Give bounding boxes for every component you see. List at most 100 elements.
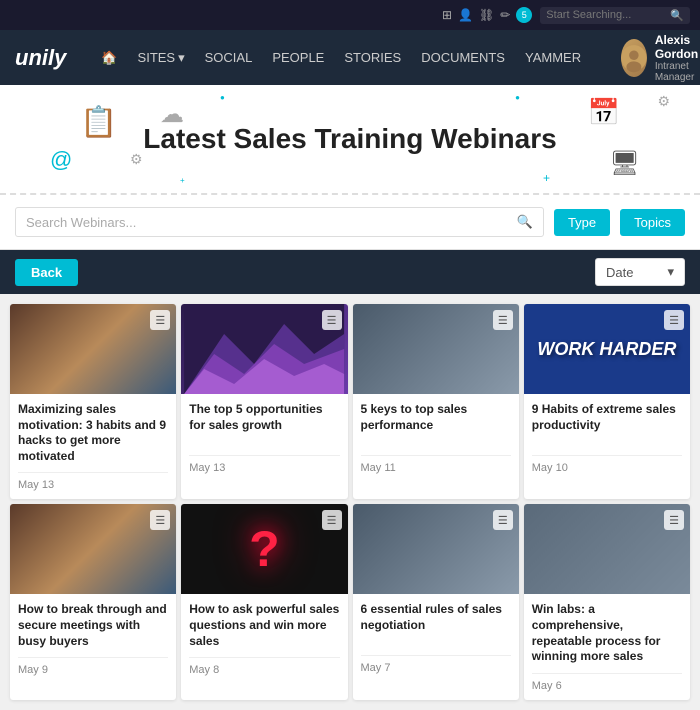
topics-button[interactable]: Topics xyxy=(620,209,685,236)
card-body: 9 Habits of extreme sales productivity M… xyxy=(524,394,690,482)
deco-plus: + xyxy=(543,171,550,185)
card-date: May 13 xyxy=(189,455,339,474)
thumb-text: WORK HARDER xyxy=(537,339,676,360)
home-icon: 🏠 xyxy=(101,50,117,66)
question-mark: ? xyxy=(249,520,280,578)
nav-people[interactable]: PEOPLE xyxy=(272,50,324,65)
deco-dot1: ● xyxy=(220,93,225,102)
card-body: 5 keys to top sales performance May 11 xyxy=(353,394,519,482)
cards-grid: ☰ Maximizing sales motivation: 3 habits … xyxy=(0,294,700,710)
card-overlay-icon: ☰ xyxy=(150,310,170,330)
card-date: May 8 xyxy=(189,657,339,676)
card-body: The top 5 opportunities for sales growth… xyxy=(181,394,347,482)
nav-documents[interactable]: DOCUMENTS xyxy=(421,50,505,65)
card-overlay-icon: ☰ xyxy=(493,310,513,330)
deco-dot3: + xyxy=(180,176,185,185)
avatar xyxy=(621,39,647,77)
deco-dot2: ● xyxy=(515,93,520,102)
card-title: 9 Habits of extreme sales productivity xyxy=(532,402,682,447)
nav-sites[interactable]: SITES ▾ xyxy=(138,50,185,66)
type-button[interactable]: Type xyxy=(554,209,610,236)
top-bar-icons: ⊞ 👤 ⛓ ✏ 5 xyxy=(442,7,532,23)
card-item[interactable]: ☰ 6 essential rules of sales negotiation… xyxy=(353,504,519,699)
card-overlay-icon: ☰ xyxy=(322,510,342,530)
card-item[interactable]: ☰ 5 keys to top sales performance May 11 xyxy=(353,304,519,499)
notification-badge[interactable]: 5 xyxy=(516,7,532,23)
logo: unily xyxy=(15,45,66,71)
card-title: How to ask powerful sales questions and … xyxy=(189,602,339,649)
card-date: May 9 xyxy=(18,657,168,676)
date-filter-chevron: ▾ xyxy=(667,264,674,280)
date-filter-label: Date xyxy=(606,265,633,280)
webinar-search-input[interactable] xyxy=(26,215,511,230)
card-thumbnail: ? ☰ xyxy=(181,504,347,594)
sites-label: SITES xyxy=(138,50,176,65)
card-item[interactable]: ☰ Win labs: a comprehensive, repeatable … xyxy=(524,504,690,699)
card-body: How to break through and secure meetings… xyxy=(10,594,176,684)
nav-stories[interactable]: STORIES xyxy=(344,50,401,65)
search-icon: 🔍 xyxy=(517,214,533,230)
card-title: 5 keys to top sales performance xyxy=(361,402,511,447)
card-title: Win labs: a comprehensive, repeatable pr… xyxy=(532,602,682,664)
top-search-icon: 🔍 xyxy=(670,9,684,22)
nav-social[interactable]: SOCIAL xyxy=(205,50,253,65)
card-thumbnail: WORK HARDER ☰ xyxy=(524,304,690,394)
hero-title: Latest Sales Training Webinars xyxy=(143,122,556,156)
card-title: 6 essential rules of sales negotiation xyxy=(361,602,511,647)
edit-icon[interactable]: ✏ xyxy=(500,8,510,22)
deco-gear-right: ⚙ xyxy=(657,93,670,110)
top-search-input[interactable] xyxy=(546,9,666,21)
card-item[interactable]: WORK HARDER ☰ 9 Habits of extreme sales … xyxy=(524,304,690,499)
date-filter[interactable]: Date ▾ xyxy=(595,258,685,286)
card-date: May 7 xyxy=(361,655,511,674)
deco-monitor: 🖥 xyxy=(610,149,640,178)
nav-yammer[interactable]: YAMMER xyxy=(525,50,581,65)
card-date: May 11 xyxy=(361,455,511,474)
card-date: May 10 xyxy=(532,455,682,474)
back-button[interactable]: Back xyxy=(15,259,78,286)
webinar-search-box[interactable]: 🔍 xyxy=(15,207,544,237)
card-overlay-icon: ☰ xyxy=(664,310,684,330)
user-name: Alexis Gordon xyxy=(655,33,700,61)
card-thumbnail: ☰ xyxy=(524,504,690,594)
card-date: May 13 xyxy=(18,472,168,491)
card-item[interactable]: ? ☰ How to ask powerful sales questions … xyxy=(181,504,347,699)
user-menu[interactable]: Alexis Gordon Intranet Manager ▾ xyxy=(621,33,700,83)
card-body: Win labs: a comprehensive, repeatable pr… xyxy=(524,594,690,699)
network-icon[interactable]: ⛓ xyxy=(479,8,494,22)
card-body: 6 essential rules of sales negotiation M… xyxy=(353,594,519,682)
card-overlay-icon: ☰ xyxy=(664,510,684,530)
card-thumbnail: ☰ xyxy=(353,304,519,394)
card-item[interactable]: ☰ Maximizing sales motivation: 3 habits … xyxy=(10,304,176,499)
deco-clipboard: 📋 xyxy=(80,105,117,140)
card-overlay-icon: ☰ xyxy=(493,510,513,530)
sites-chevron: ▾ xyxy=(178,50,185,66)
deco-calendar: 📅 xyxy=(588,97,620,128)
user-icon[interactable]: 👤 xyxy=(458,8,473,22)
nav-home[interactable]: 🏠 xyxy=(101,50,117,66)
card-thumbnail: ☰ xyxy=(10,504,176,594)
card-title: Maximizing sales motivation: 3 habits an… xyxy=(18,402,168,464)
top-bar: ⊞ 👤 ⛓ ✏ 5 🔍 xyxy=(0,0,700,30)
card-thumbnail: ☰ xyxy=(353,504,519,594)
card-overlay-icon: ☰ xyxy=(150,510,170,530)
card-body: Maximizing sales motivation: 3 habits an… xyxy=(10,394,176,499)
hero-banner: 📋 ☁ @ ⚙ 📅 ⚙ 🖥 ● ● + + Latest Sales Train… xyxy=(0,85,700,195)
main-nav: unily 🏠 SITES ▾ SOCIAL PEOPLE STORIES DO… xyxy=(0,30,700,85)
card-title: The top 5 opportunities for sales growth xyxy=(189,402,339,447)
top-search-bar[interactable]: 🔍 xyxy=(540,7,690,24)
deco-gear-left: ⚙ xyxy=(130,151,143,168)
toolbar: Back Date ▾ xyxy=(0,250,700,294)
user-info: Alexis Gordon Intranet Manager xyxy=(655,33,700,83)
avatar-svg xyxy=(621,39,647,77)
windows-icon[interactable]: ⊞ xyxy=(442,8,452,22)
card-date: May 6 xyxy=(532,673,682,692)
card-item[interactable]: ☰ How to break through and secure meetin… xyxy=(10,504,176,699)
card-thumbnail: ☰ xyxy=(181,304,347,394)
user-role: Intranet Manager xyxy=(655,61,700,83)
search-area: 🔍 Type Topics xyxy=(0,195,700,250)
card-body: How to ask powerful sales questions and … xyxy=(181,594,347,684)
card-title: How to break through and secure meetings… xyxy=(18,602,168,649)
deco-at: @ xyxy=(50,147,72,173)
card-item[interactable]: ☰ The top 5 opportunities for sales grow… xyxy=(181,304,347,499)
